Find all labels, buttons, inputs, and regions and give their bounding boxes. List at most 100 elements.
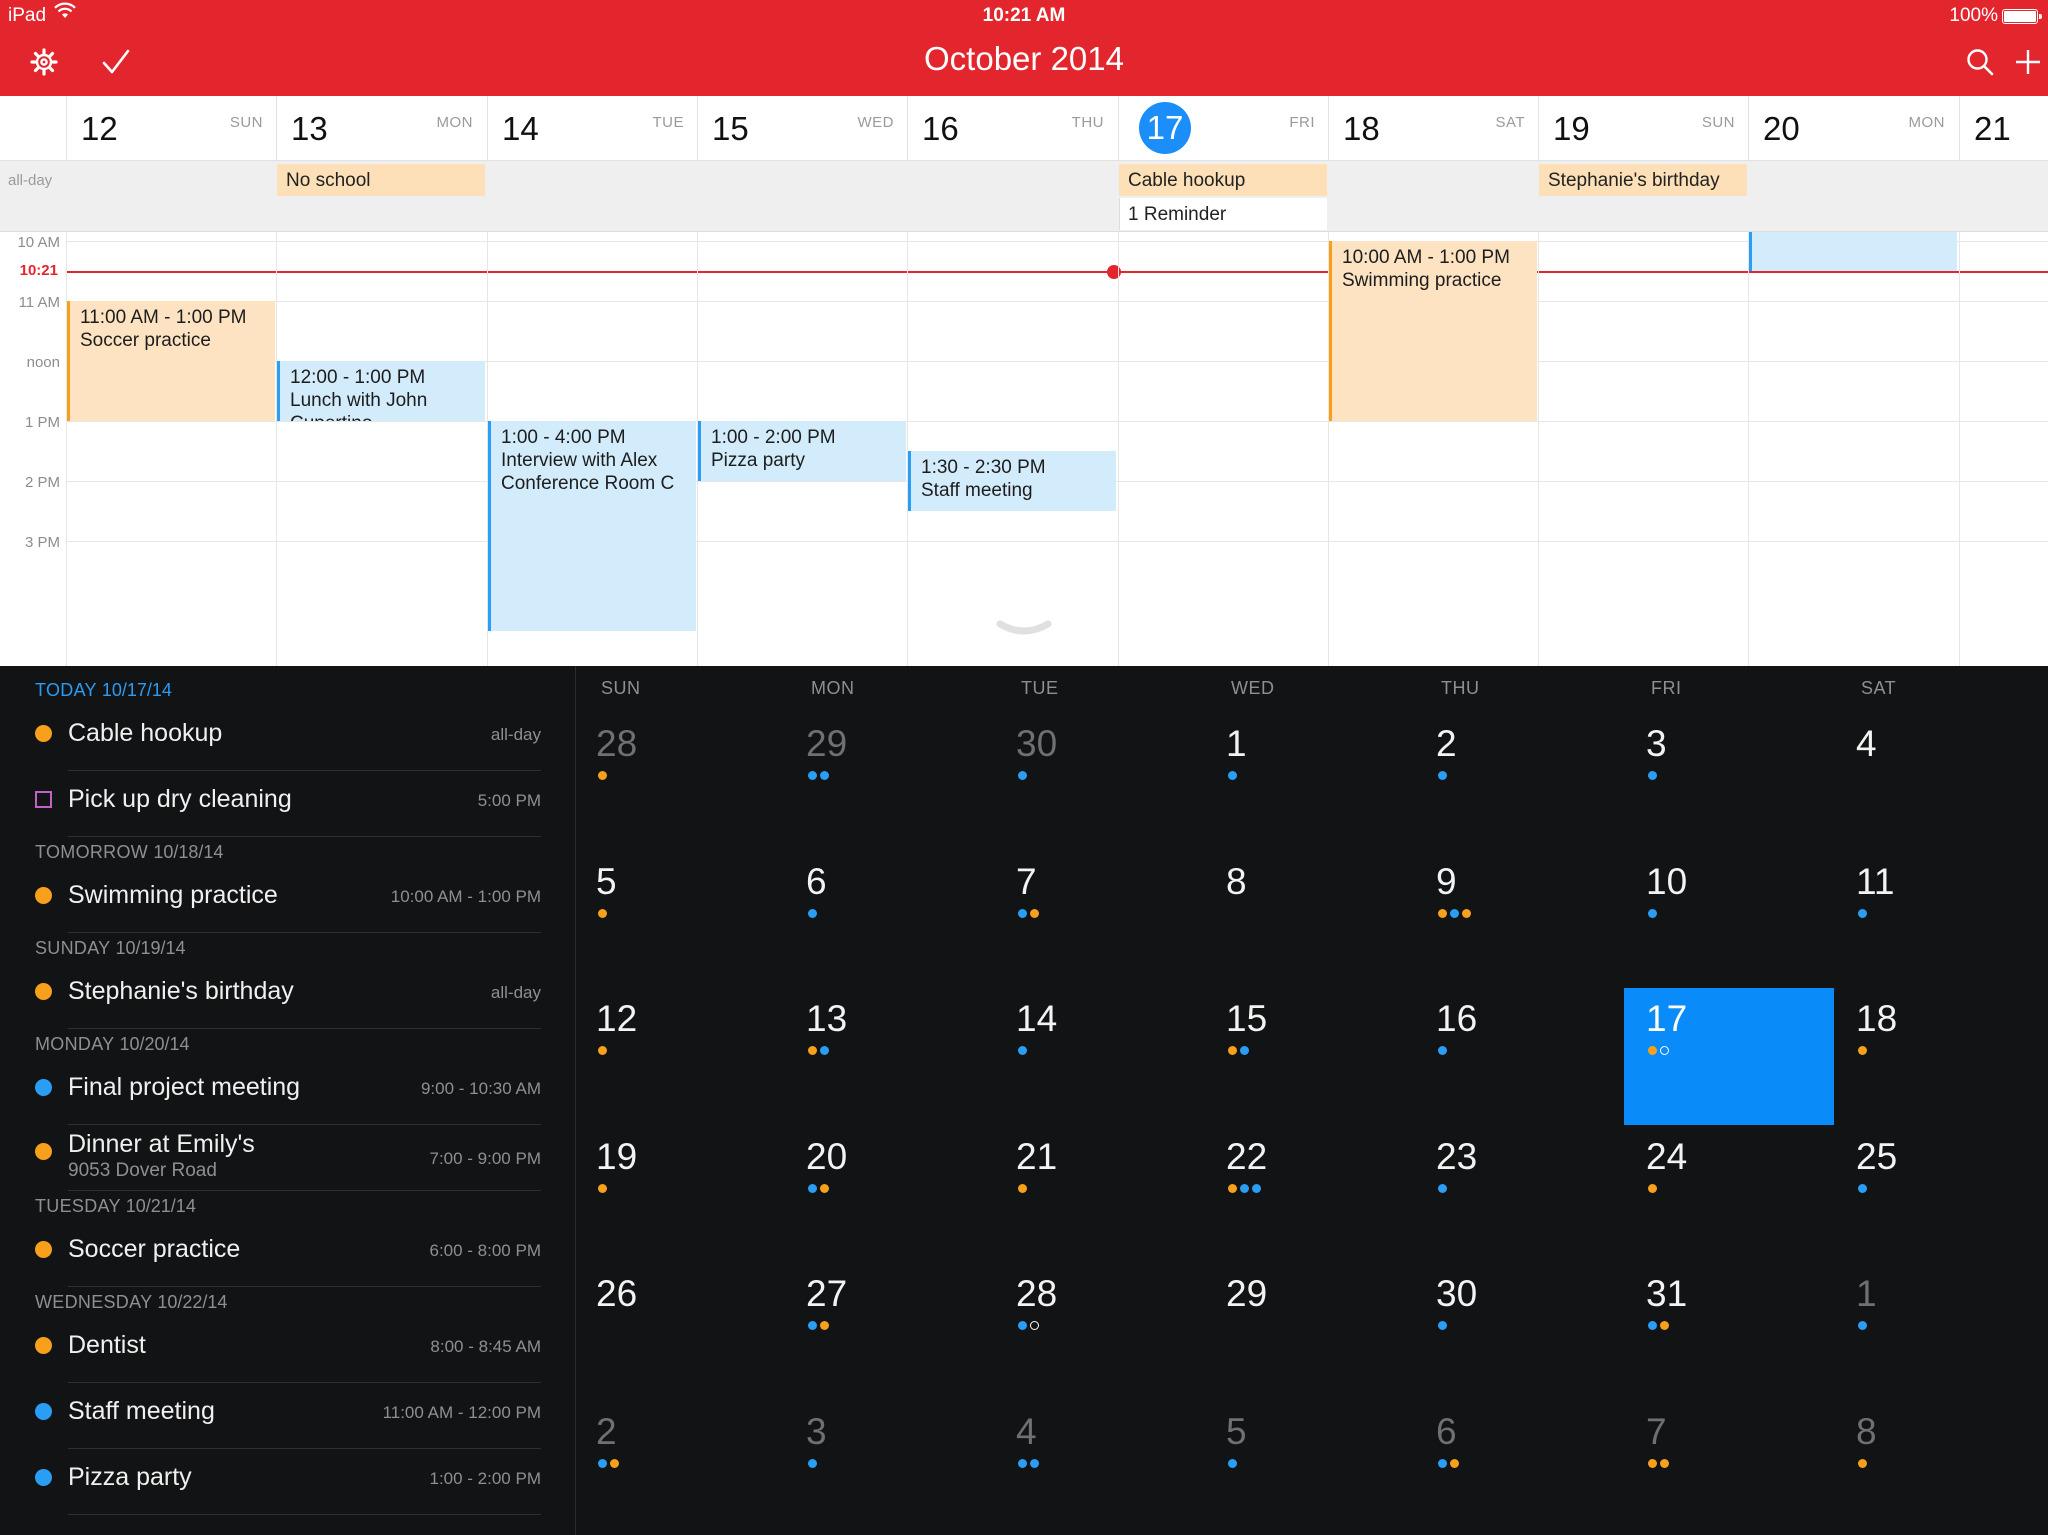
month-day-cell[interactable]: 3	[784, 1401, 994, 1535]
agenda-item-title: Soccer practice	[68, 1235, 241, 1263]
month-day-cell[interactable]: 8	[1834, 1401, 2044, 1535]
agenda-item[interactable]: Cable hookup all-day	[0, 710, 575, 770]
month-day-cell[interactable]: 17	[1624, 988, 1834, 1125]
month-day-cell[interactable]: 27	[784, 1263, 994, 1400]
event-dot-icon	[1450, 909, 1459, 918]
month-day-cell[interactable]: 23	[1414, 1126, 1624, 1263]
event-location: Conference Room C	[501, 473, 675, 494]
month-day-cell[interactable]: 9	[1414, 851, 1624, 988]
reminder-badge[interactable]: 1 Reminder	[1119, 198, 1327, 230]
month-day-cell[interactable]: 26	[574, 1263, 784, 1400]
checkmark-icon[interactable]	[96, 42, 136, 82]
day-header-18[interactable]: 18 SAT	[1328, 96, 1538, 161]
checkbox-icon[interactable]	[35, 791, 52, 808]
month-day-number: 4	[1016, 1411, 1037, 1452]
event-dot-icon	[1438, 1046, 1447, 1055]
gear-icon[interactable]	[24, 42, 64, 82]
agenda-item[interactable]: Staff meeting 11:00 AM - 12:00 PM	[0, 1388, 575, 1448]
day-column-divider	[66, 232, 67, 666]
agenda-item[interactable]: Dentist 8:00 - 8:45 AM	[0, 1322, 575, 1382]
hour-label: noon	[26, 354, 60, 371]
month-day-cell[interactable]: 2	[1414, 713, 1624, 850]
day-header-16[interactable]: 16 THU	[907, 96, 1117, 161]
section-date: 10/20/14	[119, 1034, 190, 1054]
page-title[interactable]: October 2014	[0, 40, 2048, 78]
month-day-cell[interactable]: 25	[1834, 1126, 2044, 1263]
day-header-13[interactable]: 13 MON	[276, 96, 486, 161]
event-dots	[1858, 1184, 1867, 1194]
day-header-12[interactable]: 12 SUN	[66, 96, 276, 161]
month-day-cell[interactable]: 2	[574, 1401, 784, 1535]
month-day-cell[interactable]: 12	[574, 988, 784, 1125]
event-time: 11:00 AM - 1:00 PM	[80, 307, 247, 328]
month-day-number: 11	[1856, 861, 1895, 902]
hour-label: 11 AM	[18, 294, 60, 311]
event-title: Staff meeting	[921, 480, 1033, 501]
agenda-item[interactable]: Pick up dry cleaning 5:00 PM	[0, 776, 575, 836]
event-block[interactable]: 11:00 AM - 1:00 PM Soccer practice	[67, 301, 275, 421]
month-day-cell[interactable]: 19	[574, 1126, 784, 1263]
month-day-cell[interactable]: 6	[1414, 1401, 1624, 1535]
month-day-cell[interactable]: 1	[1204, 713, 1414, 850]
month-day-cell[interactable]: 20	[784, 1126, 994, 1263]
day-header-15[interactable]: 15 WED	[697, 96, 907, 161]
month-day-cell[interactable]: 24	[1624, 1126, 1834, 1263]
search-icon[interactable]	[1960, 42, 2000, 82]
event-block[interactable]	[1749, 232, 1957, 271]
month-day-cell[interactable]: 4	[994, 1401, 1204, 1535]
agenda-item[interactable]: Stephanie's birthday all-day	[0, 968, 575, 1028]
month-day-cell[interactable]: 4	[1834, 713, 2044, 850]
month-day-cell[interactable]: 1	[1834, 1263, 2044, 1400]
month-day-cell[interactable]: 13	[784, 988, 994, 1125]
add-event-icon[interactable]	[2006, 42, 2048, 82]
event-block[interactable]: 10:00 AM - 1:00 PM Swimming practice	[1329, 241, 1537, 421]
event-block[interactable]: 12:00 - 1:00 PMLunch with JohnCupertino	[277, 361, 485, 421]
event-block[interactable]: 1:00 - 4:00 PM Interview with Alex Confere…	[488, 421, 696, 631]
month-day-cell[interactable]: 11	[1834, 851, 2044, 988]
day-header-21[interactable]: 21	[1959, 96, 2048, 161]
month-day-cell[interactable]: 3	[1624, 713, 1834, 850]
month-day-cell[interactable]: 29	[1204, 1263, 1414, 1400]
month-day-cell[interactable]: 5	[1204, 1401, 1414, 1535]
month-day-cell[interactable]: 5	[574, 851, 784, 988]
month-day-number: 28	[1016, 1273, 1058, 1314]
event-title: Lunch with John	[290, 390, 428, 411]
agenda-item[interactable]: Swimming practice 10:00 AM - 1:00 PM	[0, 872, 575, 932]
event-dots	[1648, 771, 1657, 781]
month-day-cell[interactable]: 15	[1204, 988, 1414, 1125]
month-day-cell[interactable]: 7	[1624, 1401, 1834, 1535]
all-day-event[interactable]: No school	[277, 164, 485, 196]
all-day-event[interactable]: Cable hookup	[1119, 164, 1327, 196]
agenda-item[interactable]: Dinner at Emily's 9053 Dover Road 7:00 - 9…	[0, 1130, 575, 1190]
day-header-17[interactable]: 17 FRI	[1118, 96, 1328, 161]
month-day-cell[interactable]: 7	[994, 851, 1204, 988]
month-grid[interactable]: SUN MON TUE WED THU FRI SAT 28 29 30 1 2 3 4 5 6 7 8 9 10 11…	[577, 666, 2048, 1535]
agenda-item[interactable]: Final project meeting 9:00 - 10:30 AM	[0, 1064, 575, 1124]
month-day-cell[interactable]: 29	[784, 713, 994, 850]
month-day-cell[interactable]: 30	[1414, 1263, 1624, 1400]
month-day-cell[interactable]: 22	[1204, 1126, 1414, 1263]
event-block[interactable]: 1:00 - 2:00 PM Pizza party	[698, 421, 906, 481]
month-day-cell[interactable]: 18	[1834, 988, 2044, 1125]
month-day-cell[interactable]: 28	[994, 1263, 1204, 1400]
event-dot-icon	[1252, 1184, 1261, 1193]
day-header-20[interactable]: 20 MON	[1748, 96, 1958, 161]
month-day-cell[interactable]: 14	[994, 988, 1204, 1125]
all-day-event[interactable]: Stephanie's birthday	[1539, 164, 1747, 196]
month-day-cell[interactable]: 8	[1204, 851, 1414, 988]
month-day-cell[interactable]: 10	[1624, 851, 1834, 988]
month-day-cell[interactable]: 21	[994, 1126, 1204, 1263]
month-day-cell[interactable]: 31	[1624, 1263, 1834, 1400]
month-day-cell[interactable]: 30	[994, 713, 1204, 850]
agenda-list[interactable]: TODAY 10/17/14 Cable hookup all-day Pick up…	[0, 666, 576, 1535]
month-day-cell[interactable]: 6	[784, 851, 994, 988]
month-day-cell[interactable]: 16	[1414, 988, 1624, 1125]
month-day-cell[interactable]: 28	[574, 713, 784, 850]
week-time-grid[interactable]: 10:21 10 AM 11 AM noon 1 PM 2 PM 3 PM 11:00 AM…	[0, 232, 2048, 666]
event-block[interactable]: 1:30 - 2:30 PM Staff meeting	[908, 451, 1116, 511]
day-header-19[interactable]: 19 SUN	[1538, 96, 1748, 161]
agenda-item[interactable]: Pizza party 1:00 - 2:00 PM	[0, 1454, 575, 1514]
drag-handle-icon[interactable]	[996, 620, 1052, 638]
day-header-14[interactable]: 14 TUE	[487, 96, 697, 161]
agenda-item[interactable]: Soccer practice 6:00 - 8:00 PM	[0, 1226, 575, 1286]
